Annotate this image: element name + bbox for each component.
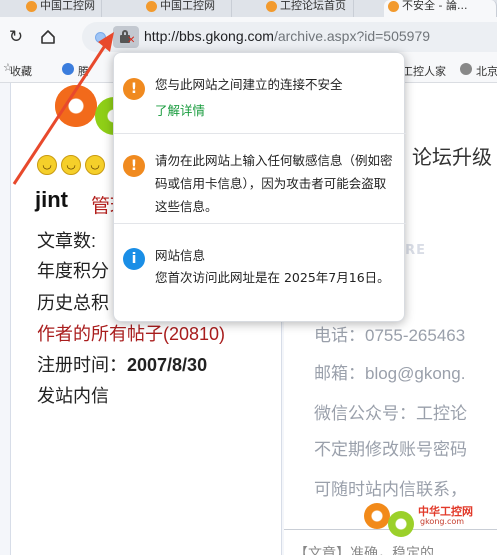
- all-posts-link[interactable]: 作者的所有帖子(20810): [37, 320, 225, 346]
- all-posts-label: 作者的所有帖子: [37, 324, 163, 344]
- register-time: 注册时间：2007/8/30: [37, 351, 207, 377]
- articles-count-label: 文章数:: [37, 231, 97, 251]
- notice-line-2: 可随时站内信联系，: [314, 480, 467, 499]
- send-message-link[interactable]: 发站内信: [37, 382, 109, 408]
- contact-phone: 电话：0755-265463: [314, 326, 466, 345]
- url-text[interactable]: http://bbs.gkong.com/archive.aspx?id=505…: [144, 28, 430, 44]
- register-date: 2007/8/30: [127, 355, 208, 375]
- tab-strip: 中国工控网 中国工控网 工控论坛首页 不安全 - 論...: [0, 0, 497, 17]
- gkong-favicon: [146, 1, 157, 12]
- url-host: http://bbs.gkong.com: [144, 28, 274, 44]
- site-info-title: 网站信息: [155, 248, 206, 263]
- sensitive-info-section: ! 请勿在此网站上输入任何敏感信息（例如密码或信用卡信息），因为攻击者可能会盗取…: [114, 134, 406, 223]
- info-icon: i: [123, 248, 145, 270]
- logo-subtext: gkong.com: [420, 517, 465, 526]
- tab-label: 工控论坛首页: [280, 0, 346, 12]
- logo-gear-green-icon: [388, 511, 414, 537]
- bookmark-gkong-people[interactable]: 工控人家: [402, 63, 446, 79]
- site-info-detail: 您首次访问此网址是在 2025年7月16日。: [155, 270, 390, 285]
- logo-gear-orange-icon: [364, 503, 390, 529]
- contact-email: 邮箱：blog@gkong.: [314, 364, 466, 383]
- omnibox[interactable]: ✕ http://bbs.gkong.com/archive.aspx?id=5…: [82, 22, 497, 52]
- tab-label: 中国工控网: [40, 0, 95, 12]
- post-title: 论坛升级: [412, 145, 492, 169]
- bookmark-favicon: [460, 63, 472, 75]
- tab-gkong-1[interactable]: 中国工控网: [22, 0, 102, 17]
- connection-warning-text: 您与此网站之间建立的连接不安全: [155, 77, 343, 92]
- gkong-favicon: [26, 1, 37, 12]
- tab-label: 中国工控网: [160, 0, 215, 12]
- yearly-points-label: 年度积分: [37, 261, 109, 281]
- sensitive-warning-text: 请勿在此网站上输入任何敏感信息（例如密码或信用卡信息），因为攻击者可能会盗取这些…: [155, 153, 393, 214]
- connection-warning-section: ! 您与此网站之间建立的连接不安全 了解详情: [114, 53, 406, 133]
- all-posts-count: (20810): [163, 324, 226, 344]
- learn-more-link[interactable]: 了解详情: [155, 100, 205, 119]
- site-security-popup: ! 您与此网站之间建立的连接不安全 了解详情 ! 请勿在此网站上输入任何敏感信息…: [113, 52, 406, 322]
- tab-forum-home[interactable]: 工控论坛首页: [262, 0, 354, 17]
- warning-icon: !: [123, 155, 145, 177]
- gkong-favicon: [266, 1, 277, 12]
- not-secure-x-icon: ✕: [127, 35, 136, 46]
- contact-wechat: 微信公众号：工控论: [314, 404, 467, 423]
- register-label: 注册时间：: [37, 355, 127, 375]
- tab-gkong-2[interactable]: 中国工控网: [142, 0, 232, 17]
- gkong-favicon: [388, 1, 399, 12]
- bookmark-beijing[interactable]: 北京: [476, 63, 497, 79]
- tab-label: 不安全 - 論...: [402, 0, 468, 12]
- site-info-section[interactable]: i 网站信息 您首次访问此网址是在 2025年7月16日。: [114, 224, 406, 322]
- notice-line-1: 不定期修改账号密码: [314, 440, 467, 459]
- url-path: /archive.aspx?id=505979: [273, 28, 431, 44]
- history-points-label: 历史总积: [37, 293, 109, 313]
- tab-current[interactable]: 不安全 - 論...: [384, 0, 497, 17]
- news-link[interactable]: 【文章】准确，稳定的: [294, 543, 434, 555]
- warning-icon: !: [123, 78, 145, 100]
- red-arrow-annotation: [12, 32, 114, 185]
